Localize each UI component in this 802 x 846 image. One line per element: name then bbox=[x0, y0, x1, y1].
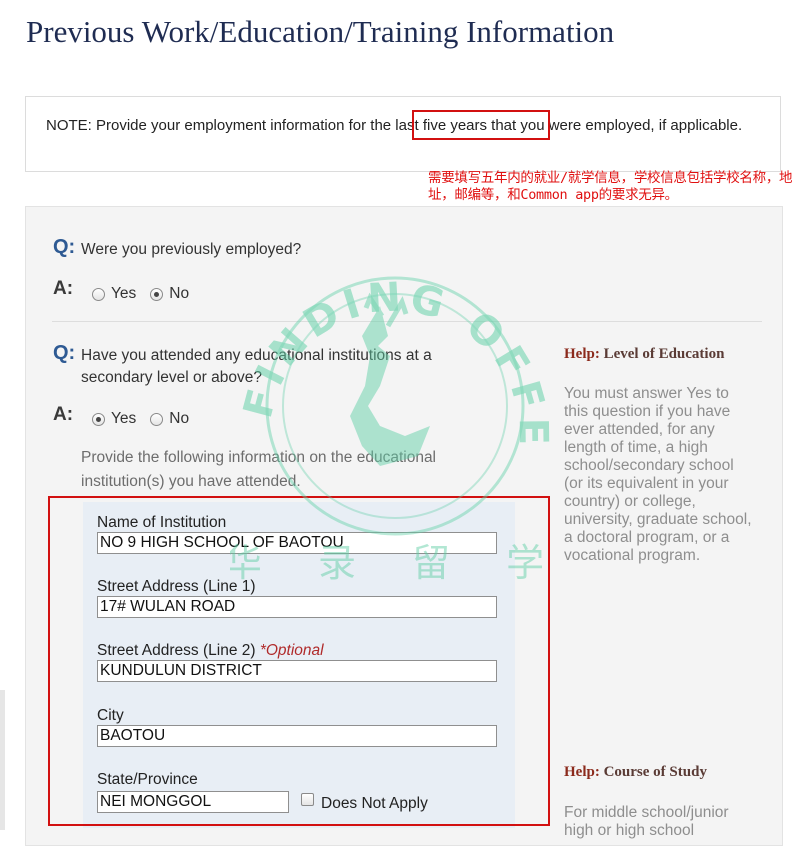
employed-yes-radio[interactable] bbox=[92, 287, 105, 301]
education-question: Have you attended any educational instit… bbox=[81, 347, 432, 386]
education-instructions: Provide the following information on the… bbox=[81, 449, 437, 490]
question-marker: Q: bbox=[53, 236, 76, 258]
help-word: Help: bbox=[564, 764, 600, 780]
help-level-text: You must answer Yes to this question if … bbox=[564, 385, 752, 564]
employed-yes-label: Yes bbox=[111, 285, 137, 302]
note-text: NOTE: Provide your employment informatio… bbox=[46, 117, 743, 134]
help-course-heading: Course of Study bbox=[603, 764, 707, 780]
employed-no-radio[interactable] bbox=[150, 287, 164, 301]
education-no-radio[interactable] bbox=[150, 412, 164, 426]
employed-yes-option[interactable]: Yes bbox=[92, 285, 136, 303]
note-highlight-box bbox=[412, 110, 550, 140]
left-edge-strip bbox=[0, 690, 5, 830]
help-level-title: Help: Level of Education bbox=[564, 346, 724, 363]
question-marker: Q: bbox=[53, 342, 76, 364]
section-divider bbox=[318, 321, 762, 322]
help-level-heading: Level of Education bbox=[603, 346, 725, 362]
help-word: Help: bbox=[564, 346, 600, 362]
employed-no-option[interactable]: No bbox=[150, 285, 189, 303]
education-radio-group: Yes No bbox=[92, 410, 203, 428]
education-no-label: No bbox=[169, 410, 190, 427]
annotation-text: 需要填写五年内的就业/就学信息，学校信息包括学校名称，地址，邮编等，和Commo… bbox=[428, 170, 793, 203]
education-yes-radio[interactable] bbox=[92, 412, 105, 426]
help-course-title: Help: Course of Study bbox=[564, 764, 707, 781]
education-yes-option[interactable]: Yes bbox=[92, 410, 136, 428]
page-title: Previous Work/Education/Training Informa… bbox=[26, 14, 615, 49]
answer-marker: A: bbox=[53, 404, 74, 425]
employed-question: Were you previously employed? bbox=[81, 241, 302, 258]
note-box: NOTE: Provide your employment informatio… bbox=[25, 96, 781, 172]
section-divider-left bbox=[52, 321, 318, 322]
education-no-option[interactable]: No bbox=[150, 410, 189, 428]
employed-radio-group: Yes No bbox=[92, 285, 203, 303]
education-yes-label: Yes bbox=[111, 410, 137, 427]
answer-marker: A: bbox=[53, 278, 74, 299]
education-highlight-box bbox=[48, 496, 550, 826]
help-course-text: For middle school/junior high or high sc… bbox=[564, 804, 729, 839]
employed-no-label: No bbox=[169, 285, 190, 302]
